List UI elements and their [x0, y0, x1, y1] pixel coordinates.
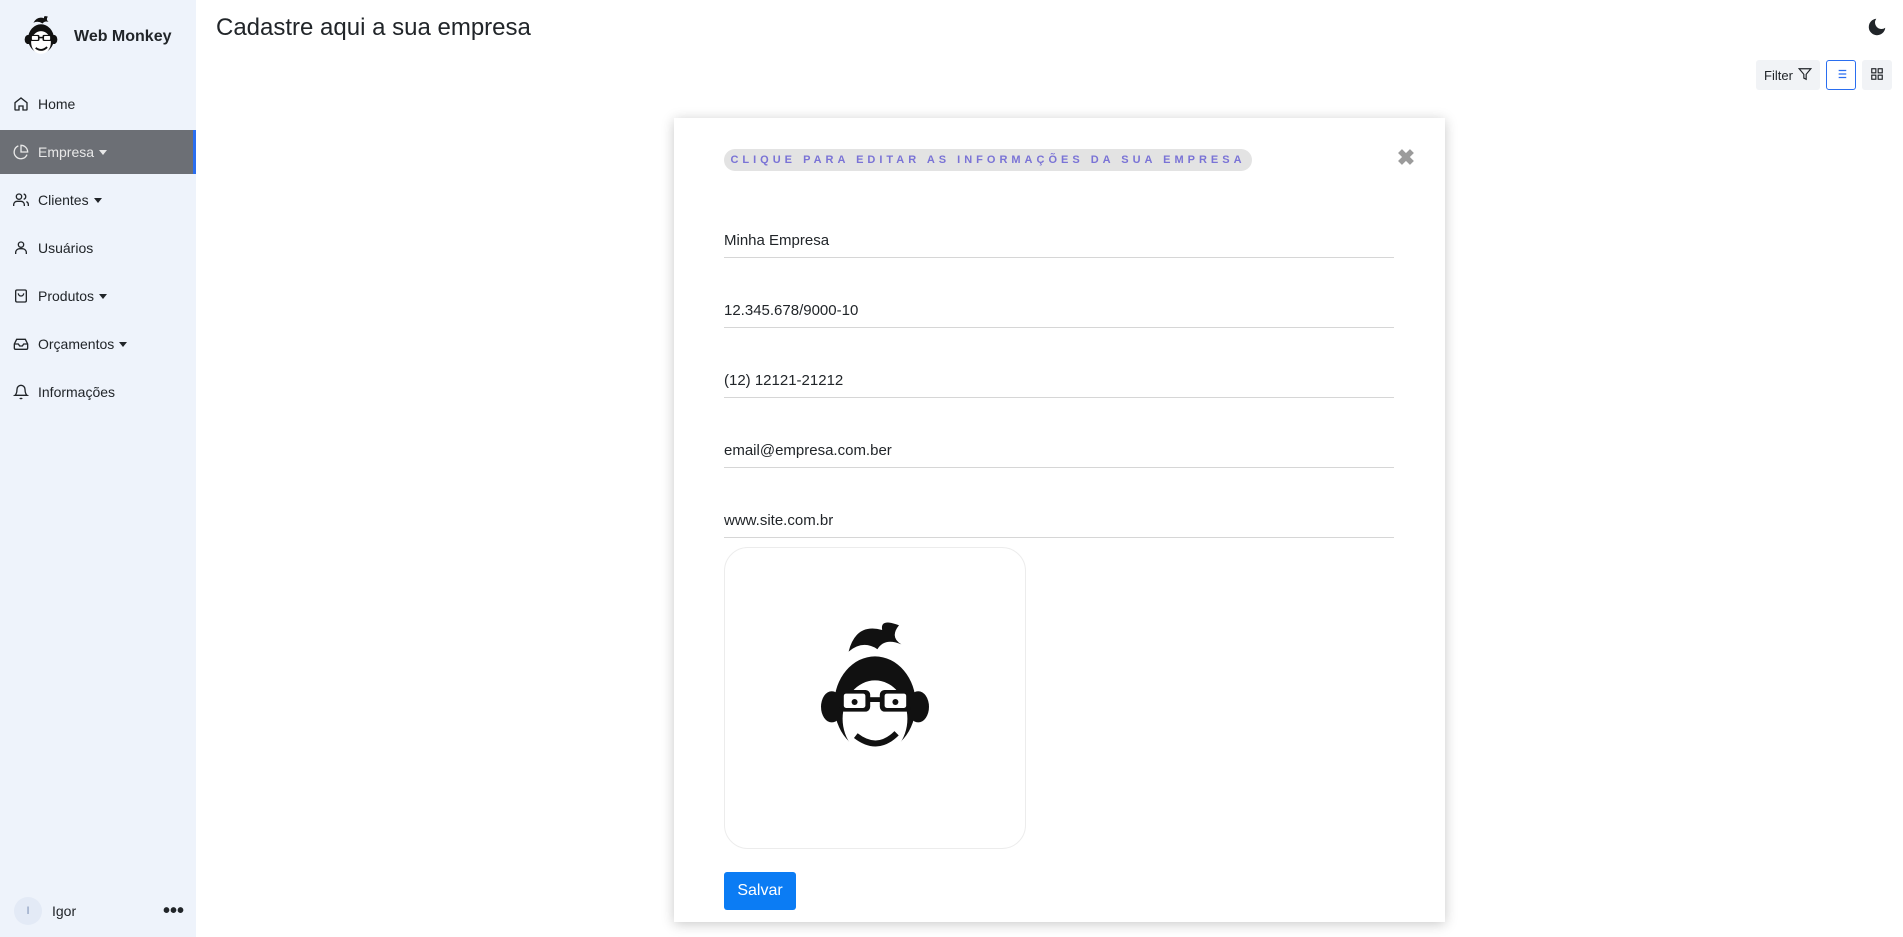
sidebar-item-empresa[interactable]: Empresa [0, 130, 196, 174]
app-name: Web Monkey [74, 28, 172, 45]
user-name: Igor [52, 903, 77, 919]
sidebar-item-label: Orçamentos [38, 336, 115, 352]
bell-icon [13, 384, 29, 400]
filter-label: Filter [1764, 67, 1793, 83]
save-button[interactable]: Salvar [724, 872, 796, 910]
sidebar-item-home[interactable]: Home [0, 82, 196, 126]
cnpj-field[interactable] [724, 294, 1394, 328]
caret-down-icon [99, 149, 108, 155]
sidebar-item-produtos[interactable]: Produtos [0, 274, 196, 318]
sidebar-item-label: Usuários [38, 240, 94, 256]
sidebar-item-label: Informações [38, 384, 116, 400]
funnel-icon [1797, 67, 1813, 84]
edit-info-badge: CLIQUE PARA EDITAR AS INFORMAÇÕES DA SUA… [724, 149, 1252, 171]
sidebar-item-label: Home [38, 96, 76, 112]
email-field[interactable] [724, 434, 1394, 468]
user-profile[interactable]: I Igor ••• [14, 897, 184, 925]
sidebar-item-label: Clientes [38, 192, 89, 208]
sidebar-item-usuarios[interactable]: Usuários [0, 226, 196, 270]
page-title: Cadastre aqui a sua empresa [216, 14, 531, 41]
sidebar-item-informacoes[interactable]: Informações [0, 370, 196, 414]
caret-down-icon [119, 341, 128, 347]
list-icon [1834, 67, 1848, 84]
grid-view-button[interactable] [1862, 60, 1892, 90]
list-view-button[interactable] [1826, 60, 1856, 90]
brand[interactable]: Web Monkey [20, 14, 172, 60]
sidebar-item-orcamentos[interactable]: Orçamentos [0, 322, 196, 366]
view-toolbar: Filter [1756, 60, 1892, 90]
monkey-logo-icon [815, 616, 935, 781]
monkey-logo-icon [20, 14, 62, 60]
sidebar-item-label: Produtos [38, 288, 95, 304]
website-field[interactable] [724, 504, 1394, 538]
moon-icon[interactable] [1866, 16, 1888, 38]
grid-icon [1870, 67, 1884, 84]
caret-down-icon [99, 293, 108, 299]
user-icon [13, 240, 29, 256]
caret-down-icon [93, 197, 102, 203]
home-icon [13, 96, 29, 112]
sidebar-nav: Home Empresa Clientes Usuários Produtos … [0, 82, 196, 418]
sidebar-item-label: Empresa [38, 144, 95, 160]
company-form-card: CLIQUE PARA EDITAR AS INFORMAÇÕES DA SUA… [674, 118, 1445, 922]
company-logo-upload[interactable] [724, 547, 1026, 849]
sidebar: Web Monkey Home Empresa Clientes Usuário… [0, 0, 196, 937]
sidebar-item-clientes[interactable]: Clientes [0, 178, 196, 222]
more-options-icon[interactable]: ••• [163, 901, 184, 921]
shopping-bag-icon [13, 288, 29, 304]
pie-chart-icon [13, 144, 29, 160]
phone-field[interactable] [724, 364, 1394, 398]
avatar: I [14, 897, 42, 925]
close-icon[interactable]: ✖ [1396, 147, 1416, 169]
inbox-icon [13, 336, 29, 352]
company-name-field[interactable] [724, 224, 1394, 258]
users-icon [13, 192, 29, 208]
filter-button[interactable]: Filter [1756, 60, 1820, 90]
